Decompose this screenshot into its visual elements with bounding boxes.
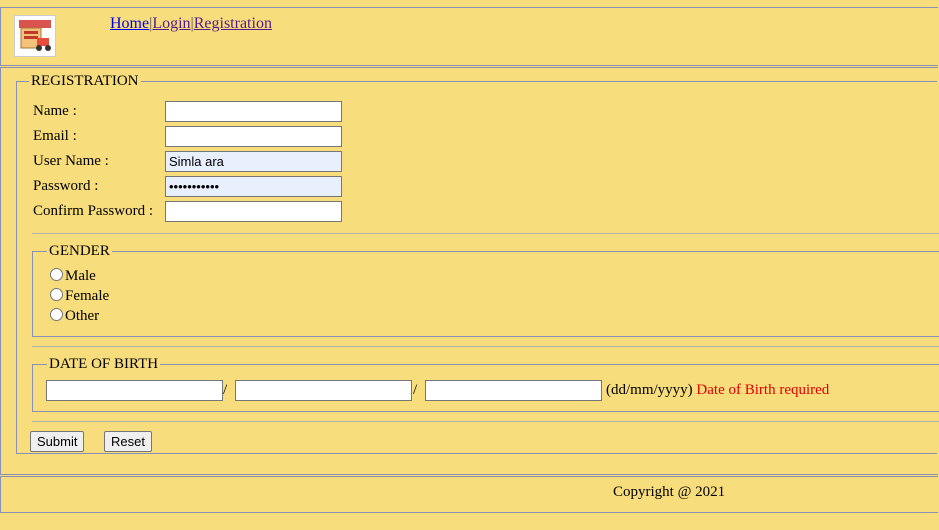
radio-circle-icon[interactable] — [50, 268, 63, 281]
name-label: Name : — [33, 103, 77, 119]
dob-format: (dd/mm/yyyy) — [606, 382, 693, 398]
confirm-password-label: Confirm Password : — [33, 203, 153, 219]
username-label: User Name : — [33, 153, 109, 169]
username-input[interactable] — [165, 151, 342, 172]
password-input[interactable] — [165, 176, 342, 197]
gender-other-radio[interactable]: Other — [50, 308, 99, 326]
dob-separator: / — [413, 382, 418, 398]
dob-year-input[interactable] — [425, 380, 602, 401]
dob-error: Date of Birth required — [696, 382, 830, 398]
copyright-text: Copyright @ 2021 — [613, 484, 726, 500]
divider — [32, 346, 939, 347]
gender-fieldset: GENDER — [32, 243, 939, 337]
nav-home-link[interactable]: Home — [110, 15, 149, 32]
radio-circle-icon[interactable] — [50, 288, 63, 301]
divider — [32, 233, 939, 234]
nav-registration-link[interactable]: Registration — [194, 15, 272, 32]
submit-button[interactable]: Submit — [30, 431, 85, 452]
divider — [32, 421, 939, 422]
dob-separator: / — [223, 382, 228, 398]
dob-hint: (dd/mm/yyyy) Date of Birth required — [606, 382, 829, 399]
dob-legend: DATE OF BIRTH — [49, 356, 159, 372]
email-label: Email : — [33, 128, 77, 144]
dob-day-input[interactable] — [46, 380, 223, 401]
reset-button[interactable]: Reset — [104, 431, 152, 452]
radio-circle-icon[interactable] — [50, 308, 63, 321]
gender-male-radio[interactable]: Male — [50, 268, 96, 286]
top-nav: Home|Login|Registration — [110, 15, 272, 33]
name-input[interactable] — [165, 101, 342, 122]
registration-legend: REGISTRATION — [31, 73, 139, 89]
email-input[interactable] — [165, 126, 342, 147]
gender-male-label: Male — [65, 268, 96, 284]
gender-other-label: Other — [65, 308, 100, 324]
dob-month-input[interactable] — [235, 380, 412, 401]
password-label: Password : — [33, 178, 99, 194]
shop-logo-icon[interactable] — [14, 15, 56, 57]
gender-legend: GENDER — [49, 243, 110, 259]
gender-female-label: Female — [65, 288, 110, 304]
footer-frame — [0, 476, 938, 513]
confirm-password-input[interactable] — [165, 201, 342, 222]
nav-login-link[interactable]: Login — [152, 15, 190, 32]
gender-female-radio[interactable]: Female — [50, 288, 109, 306]
